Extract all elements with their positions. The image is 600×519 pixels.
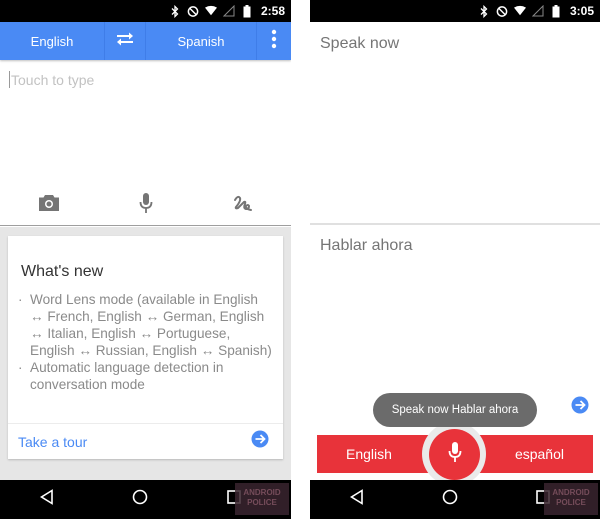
more-vert-icon bbox=[271, 29, 277, 54]
home-icon bbox=[132, 489, 148, 510]
home-icon bbox=[442, 489, 458, 510]
back-button[interactable] bbox=[337, 485, 377, 515]
mic-button[interactable] bbox=[429, 429, 480, 480]
system-nav-bar: ANDROID POLICE bbox=[310, 480, 600, 519]
overflow-menu-button[interactable] bbox=[256, 22, 291, 60]
microphone-icon bbox=[139, 192, 153, 219]
target-language-button[interactable]: Spanish bbox=[146, 22, 256, 60]
swap-languages-button[interactable] bbox=[104, 22, 146, 60]
take-a-tour-label: Take a tour bbox=[18, 433, 88, 450]
battery-icon bbox=[550, 4, 562, 18]
speak-now-prompt: Speak now bbox=[320, 35, 400, 52]
watermark-line: ANDROID bbox=[552, 488, 590, 497]
hablar-ahora-prompt: Hablar ahora bbox=[320, 237, 413, 254]
home-button[interactable] bbox=[430, 485, 470, 515]
source-speech-panel[interactable]: Speak now bbox=[310, 22, 600, 223]
voice-input-button[interactable] bbox=[97, 192, 194, 219]
back-icon bbox=[39, 489, 54, 510]
text-input-field[interactable]: Touch to type bbox=[0, 62, 291, 186]
watermark-line: ANDROID bbox=[243, 488, 281, 497]
feed-area: What's new Word Lens mode (available in … bbox=[0, 227, 291, 480]
swap-arrows-icon bbox=[115, 31, 135, 52]
conversation-mode-screen: 3:05 Speak now Hablar ahora English espa… bbox=[310, 0, 600, 519]
language-toolbar: English Spanish bbox=[0, 22, 291, 60]
watermark: ANDROID POLICE bbox=[544, 483, 598, 515]
arrow-forward-circle-icon bbox=[251, 430, 269, 453]
status-time: 3:05 bbox=[569, 4, 594, 18]
forward-button[interactable] bbox=[571, 396, 589, 419]
toast-message: Speak now Hablar ahora bbox=[373, 393, 537, 427]
wifi-icon bbox=[204, 4, 217, 18]
translate-home-screen: 2:58 English Spanish Touch to type What'… bbox=[0, 0, 291, 519]
source-language-button[interactable]: English bbox=[0, 22, 104, 60]
status-bar: 3:05 bbox=[310, 0, 600, 22]
left-language-button[interactable]: English bbox=[346, 435, 392, 473]
camera-icon bbox=[38, 194, 60, 217]
arrow-forward-circle-icon bbox=[571, 396, 589, 418]
handwriting-icon bbox=[233, 194, 253, 217]
handwriting-button[interactable] bbox=[194, 194, 291, 217]
bluetooth-icon bbox=[478, 4, 490, 18]
do-not-disturb-icon bbox=[187, 4, 199, 18]
do-not-disturb-icon bbox=[496, 4, 508, 18]
watermark-line: POLICE bbox=[556, 498, 586, 507]
input-tools-bar bbox=[0, 186, 291, 226]
list-item: Word Lens mode (available in English ↔ F… bbox=[17, 291, 273, 359]
text-cursor bbox=[9, 71, 10, 88]
take-a-tour-button[interactable]: Take a tour bbox=[8, 424, 283, 459]
whats-new-card: What's new Word Lens mode (available in … bbox=[8, 236, 283, 459]
system-nav-bar: ANDROID POLICE bbox=[0, 480, 291, 519]
status-time: 2:58 bbox=[260, 4, 285, 18]
whats-new-list: Word Lens mode (available in English ↔ F… bbox=[17, 291, 273, 393]
input-placeholder: Touch to type bbox=[11, 72, 95, 88]
right-language-button[interactable]: español bbox=[515, 435, 564, 473]
microphone-icon bbox=[448, 441, 462, 468]
battery-icon bbox=[241, 4, 253, 18]
status-bar: 2:58 bbox=[0, 0, 291, 22]
watermark-line: POLICE bbox=[247, 498, 277, 507]
back-button[interactable] bbox=[27, 485, 67, 515]
cell-signal-icon bbox=[222, 4, 235, 18]
wifi-icon bbox=[513, 4, 526, 18]
list-item: Automatic language detection in conversa… bbox=[17, 359, 273, 393]
home-button[interactable] bbox=[120, 485, 160, 515]
cell-signal-icon bbox=[531, 4, 544, 18]
bluetooth-icon bbox=[169, 4, 181, 18]
camera-button[interactable] bbox=[0, 194, 97, 217]
watermark: ANDROID POLICE bbox=[235, 483, 289, 515]
card-title: What's new bbox=[21, 263, 104, 280]
back-icon bbox=[349, 489, 364, 510]
